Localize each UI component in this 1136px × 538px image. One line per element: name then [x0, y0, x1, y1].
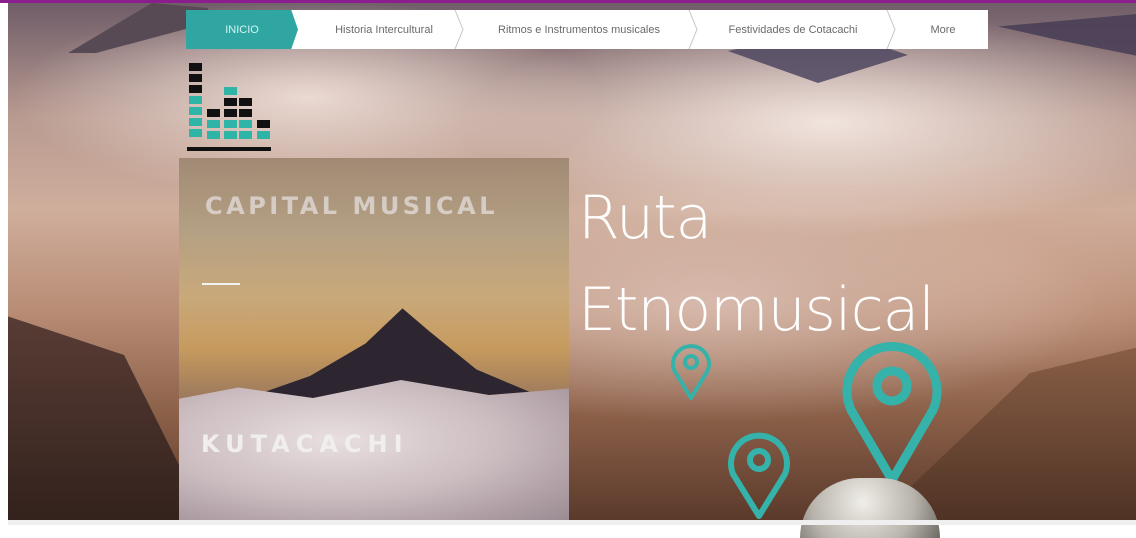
nav-item-inicio[interactable]: INICIO	[186, 10, 298, 49]
main-nav: INICIO Historia Intercultural Ritmos e I…	[186, 10, 988, 49]
bottom-divider	[8, 520, 1136, 525]
nav-item-historia[interactable]: Historia Intercultural	[304, 10, 464, 49]
hero-background	[8, 3, 1136, 520]
nav-item-ritmos[interactable]: Ritmos e Instrumentos musicales	[468, 10, 690, 49]
capital-musical-card: CAPITAL MUSICAL KUTACACHI	[179, 158, 569, 525]
map-pin-icon	[671, 344, 711, 400]
mountain-silhouette	[728, 43, 908, 83]
nav-separator-icon	[886, 10, 896, 49]
nav-item-label: Festividades de Cotacachi	[728, 23, 858, 36]
nav-separator-icon	[688, 10, 698, 49]
card-title: CAPITAL MUSICAL	[205, 192, 499, 220]
divider	[202, 283, 240, 285]
nav-item-label: INICIO	[225, 23, 259, 36]
nav-item-label: Historia Intercultural	[335, 23, 433, 36]
page-title-line1: Ruta	[578, 183, 712, 253]
mountain-silhouette	[998, 13, 1136, 58]
nav-separator-icon	[454, 10, 464, 49]
page-title: Ruta Etnomusical	[578, 172, 935, 356]
nav-item-label: More	[930, 23, 956, 36]
equalizer-bars-icon[interactable]	[187, 63, 273, 155]
map-pin-icon	[842, 342, 942, 485]
nav-item-label: Ritmos e Instrumentos musicales	[498, 23, 660, 36]
left-margin	[0, 3, 8, 525]
card-subtitle: KUTACACHI	[201, 430, 409, 458]
nav-item-more[interactable]: More	[898, 10, 988, 49]
map-pin-icon	[728, 432, 790, 519]
nav-item-festividades[interactable]: Festividades de Cotacachi	[700, 10, 886, 49]
